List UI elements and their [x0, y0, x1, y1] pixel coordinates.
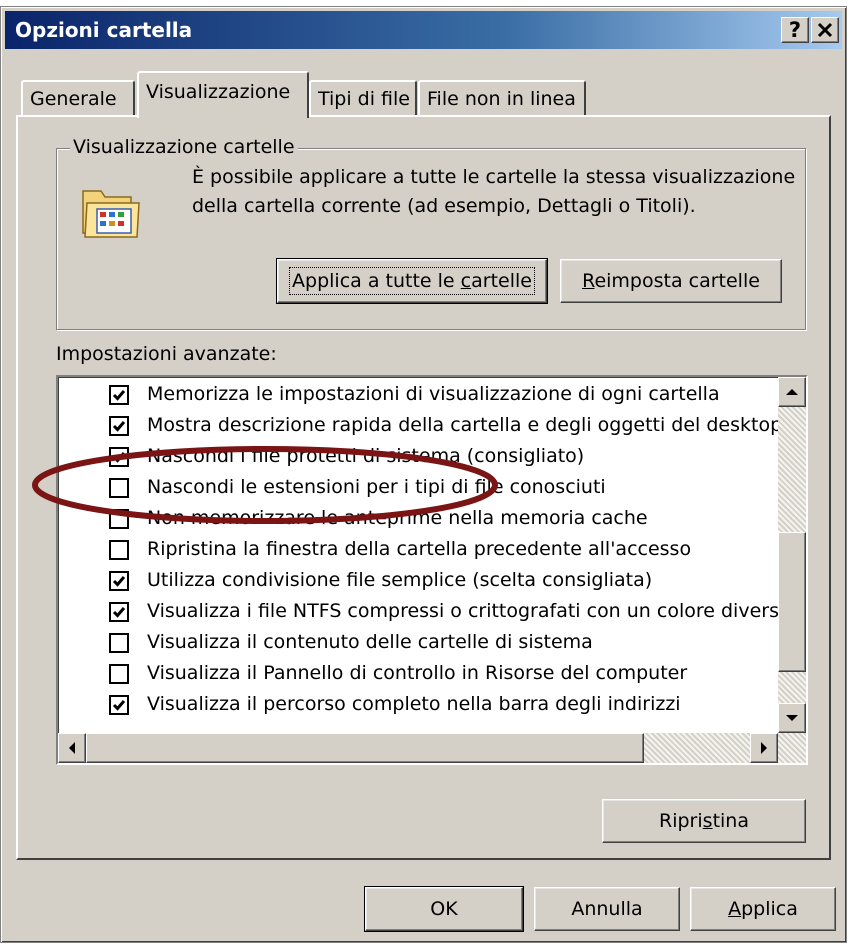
check-icon	[112, 576, 126, 587]
close-button[interactable]	[811, 17, 839, 43]
list-item[interactable]: Nascondi i file protetti di sistema (con…	[58, 444, 780, 474]
tab-label: File non in linea	[427, 88, 576, 110]
list-item-label: Visualizza il Pannello di controllo in R…	[147, 662, 688, 684]
vertical-scrollbar[interactable]	[778, 377, 806, 733]
list-item-label: Visualizza il contenuto delle cartelle d…	[147, 631, 593, 653]
list-item-label: Ripristina la finestra della cartella pr…	[147, 538, 692, 560]
folder-view-icon	[82, 190, 140, 238]
list-item[interactable]: Memorizza le impostazioni di visualizzaz…	[58, 382, 780, 412]
checkbox[interactable]	[109, 540, 129, 560]
accelerator-key: c	[460, 270, 472, 292]
check-icon	[112, 607, 126, 618]
tab-generale[interactable]: Generale	[21, 80, 135, 116]
arrow-down-icon	[786, 715, 798, 721]
reset-folders-button[interactable]: Reimposta cartelle	[560, 259, 782, 303]
help-button[interactable]: ?	[781, 17, 809, 43]
checkbox[interactable]	[109, 509, 129, 529]
check-icon	[112, 700, 126, 711]
check-icon	[112, 452, 126, 463]
scroll-left-button[interactable]	[58, 733, 86, 763]
checkbox[interactable]	[109, 602, 129, 622]
label-part: artelle	[471, 270, 532, 292]
list-item-label: Nascondi i file protetti di sistema (con…	[147, 445, 585, 467]
checkbox[interactable]	[109, 664, 129, 684]
advanced-settings-list[interactable]: Memorizza le impostazioni di visualizzaz…	[56, 375, 808, 765]
accelerator-key: s	[702, 810, 713, 832]
title-bar[interactable]: Opzioni cartella ?	[5, 11, 842, 49]
scroll-down-button[interactable]	[778, 703, 806, 733]
folder-views-group-label: Visualizzazione cartelle	[70, 136, 298, 158]
restore-defaults-button[interactable]: Ripristina	[602, 799, 806, 843]
label-part: Ripri	[659, 810, 703, 832]
list-item[interactable]: Visualizza il contenuto delle cartelle d…	[58, 630, 780, 660]
label-part: Applica a tutte le	[292, 270, 461, 292]
label-part: tina	[712, 810, 749, 832]
check-icon	[112, 390, 126, 401]
list-item[interactable]: Mostra descrizione rapida della cartella…	[58, 413, 780, 443]
apply-to-all-folders-button[interactable]: Applica a tutte le cartelle	[276, 258, 548, 304]
list-item-label: Visualizza il percorso completo nella ba…	[147, 693, 681, 715]
arrow-up-icon	[786, 389, 798, 395]
arrow-right-icon	[761, 742, 767, 754]
tab-label: Generale	[30, 88, 117, 110]
horizontal-scroll-thumb[interactable]	[86, 733, 644, 763]
tab-visualizzazione[interactable]: Visualizzazione	[137, 71, 309, 118]
accelerator-key: A	[728, 898, 742, 920]
tab-tipi-di-file[interactable]: Tipi di file	[309, 80, 417, 116]
scroll-right-button[interactable]	[750, 733, 778, 763]
list-item-label: Memorizza le impostazioni di visualizzaz…	[147, 383, 720, 405]
list-item[interactable]: Visualizza i file NTFS compressi o critt…	[58, 599, 780, 629]
checkbox[interactable]	[109, 571, 129, 591]
window-title: Opzioni cartella	[15, 18, 193, 42]
tab-file-non-in-linea[interactable]: File non in linea	[418, 80, 586, 116]
list-item-label: Utilizza condivisione file semplice (sce…	[147, 569, 653, 591]
list-item-label: Non memorizzare le anteprime nella memor…	[147, 507, 648, 529]
tab-label: Visualizzazione	[146, 81, 291, 103]
horizontal-scrollbar[interactable]	[58, 733, 806, 763]
cancel-button[interactable]: Annulla	[534, 887, 680, 931]
vertical-scroll-thumb[interactable]	[778, 532, 806, 672]
checkbox[interactable]	[109, 478, 129, 498]
checkbox[interactable]	[109, 385, 129, 405]
label-part: pplica	[741, 898, 798, 920]
list-item[interactable]: Visualizza il percorso completo nella ba…	[58, 692, 780, 722]
check-icon	[112, 421, 126, 432]
list-item-label: Mostra descrizione rapida della cartella…	[147, 414, 780, 436]
checkbox[interactable]	[109, 447, 129, 467]
list-item[interactable]: Non memorizzare le anteprime nella memor…	[58, 506, 780, 536]
arrow-left-icon	[69, 742, 75, 754]
list-item-label: Visualizza i file NTFS compressi o critt…	[147, 600, 780, 622]
checkbox[interactable]	[109, 416, 129, 436]
list-item-highlighted[interactable]: Nascondi le estensioni per i tipi di fil…	[58, 475, 780, 505]
checkbox[interactable]	[109, 633, 129, 653]
checkbox[interactable]	[109, 695, 129, 715]
apply-button[interactable]: Applica	[690, 887, 836, 931]
ok-button[interactable]: OK	[364, 886, 524, 932]
folder-views-description: È possibile applicare a tutte le cartell…	[192, 166, 796, 217]
list-item[interactable]: Utilizza condivisione file semplice (sce…	[58, 568, 780, 598]
tab-label: Tipi di file	[318, 88, 410, 110]
accelerator-key: R	[582, 270, 595, 292]
list-item[interactable]: Visualizza il Pannello di controllo in R…	[58, 661, 780, 691]
advanced-settings-label: Impostazioni avanzate:	[56, 343, 277, 365]
list-item[interactable]: Ripristina la finestra della cartella pr…	[58, 537, 780, 567]
apply-to-all-folders-label: Applica a tutte le cartelle	[289, 267, 535, 295]
label-part: eimposta cartelle	[594, 270, 760, 292]
scroll-up-button[interactable]	[778, 377, 806, 407]
close-icon	[817, 22, 833, 38]
list-item-label: Nascondi le estensioni per i tipi di fil…	[147, 476, 606, 498]
